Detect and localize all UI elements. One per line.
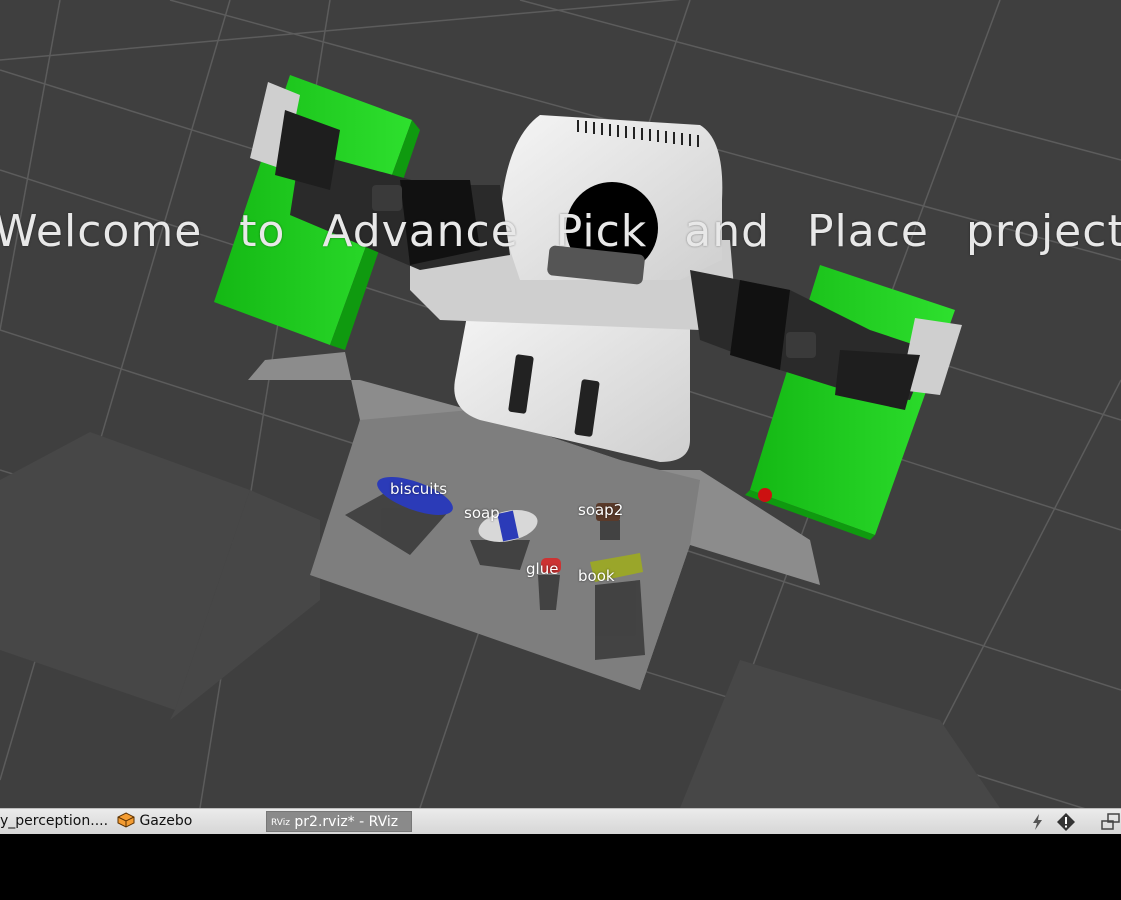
- scene-render: [0, 0, 1121, 808]
- taskbar-item-label: pr2.rviz* - RViz: [294, 814, 399, 830]
- label-book: book: [578, 567, 615, 585]
- label-biscuits: biscuits: [390, 480, 448, 498]
- taskbar-item-gazebo[interactable]: Gazebo: [117, 811, 257, 832]
- taskbar-item-rviz[interactable]: RViz pr2.rviz* - RViz: [266, 811, 412, 832]
- alert-icon[interactable]: [1056, 812, 1076, 832]
- label-glue: glue: [526, 560, 559, 578]
- welcome-banner: Welcome to Advance Pick and Place projec…: [0, 206, 1121, 257]
- gazebo-icon: [117, 812, 135, 828]
- taskbar-item-perception[interactable]: y_perception....: [0, 811, 112, 832]
- window-switch-icon[interactable]: [1100, 812, 1120, 832]
- rviz-3d-viewport[interactable]: Welcome to Advance Pick and Place projec…: [0, 0, 1121, 808]
- label-soap: soap: [464, 504, 500, 522]
- power-icon[interactable]: [1028, 812, 1048, 832]
- taskbar-item-label: y_perception....: [0, 813, 109, 829]
- taskbar-item-label: Gazebo: [139, 813, 193, 829]
- label-soap2: soap2: [578, 501, 624, 519]
- rviz-icon: RViz: [271, 818, 290, 828]
- taskbar: y_perception.... Gazebo RViz pr2.rviz* -…: [0, 808, 1121, 834]
- screen-bottom-area: [0, 834, 1121, 900]
